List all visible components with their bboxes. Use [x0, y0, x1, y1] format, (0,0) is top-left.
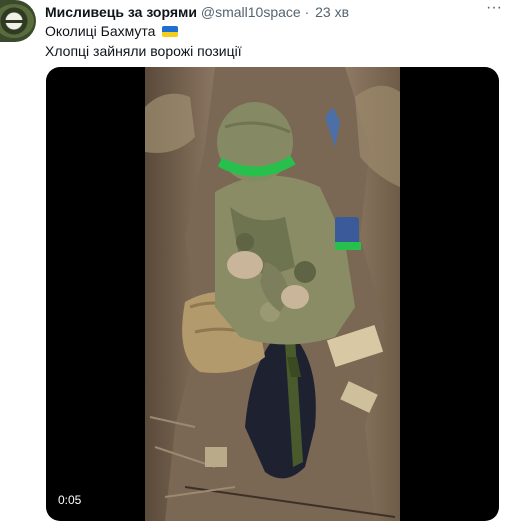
header-separator: ·: [304, 4, 310, 20]
author-handle[interactable]: @small10space: [201, 4, 301, 20]
tweet-text-line-1: Околиці Бахмута: [45, 21, 242, 41]
video-frame-image: [145, 67, 400, 521]
tweet-text: Околиці Бахмута Хлопці зайняли ворожі по…: [45, 21, 242, 61]
tweet-header: Мисливець за зорями @small10space · 23 х…: [45, 3, 476, 21]
video-duration: 0:05: [58, 493, 82, 507]
more-options-icon[interactable]: ···: [484, 0, 504, 19]
tweet-text-location: Околиці Бахмута: [45, 23, 156, 39]
avatar-emblem-bar: [4, 20, 26, 23]
ukraine-flag-icon: [162, 26, 179, 37]
tweet-text-line-2: Хлопці зайняли ворожі позиції: [45, 43, 242, 59]
author-name[interactable]: Мисливець за зорями: [45, 4, 197, 20]
avatar[interactable]: [0, 0, 36, 42]
video-player[interactable]: 0:05: [46, 67, 499, 521]
tweet-time[interactable]: 23 хв: [315, 4, 349, 20]
video-frame[interactable]: [145, 67, 400, 521]
